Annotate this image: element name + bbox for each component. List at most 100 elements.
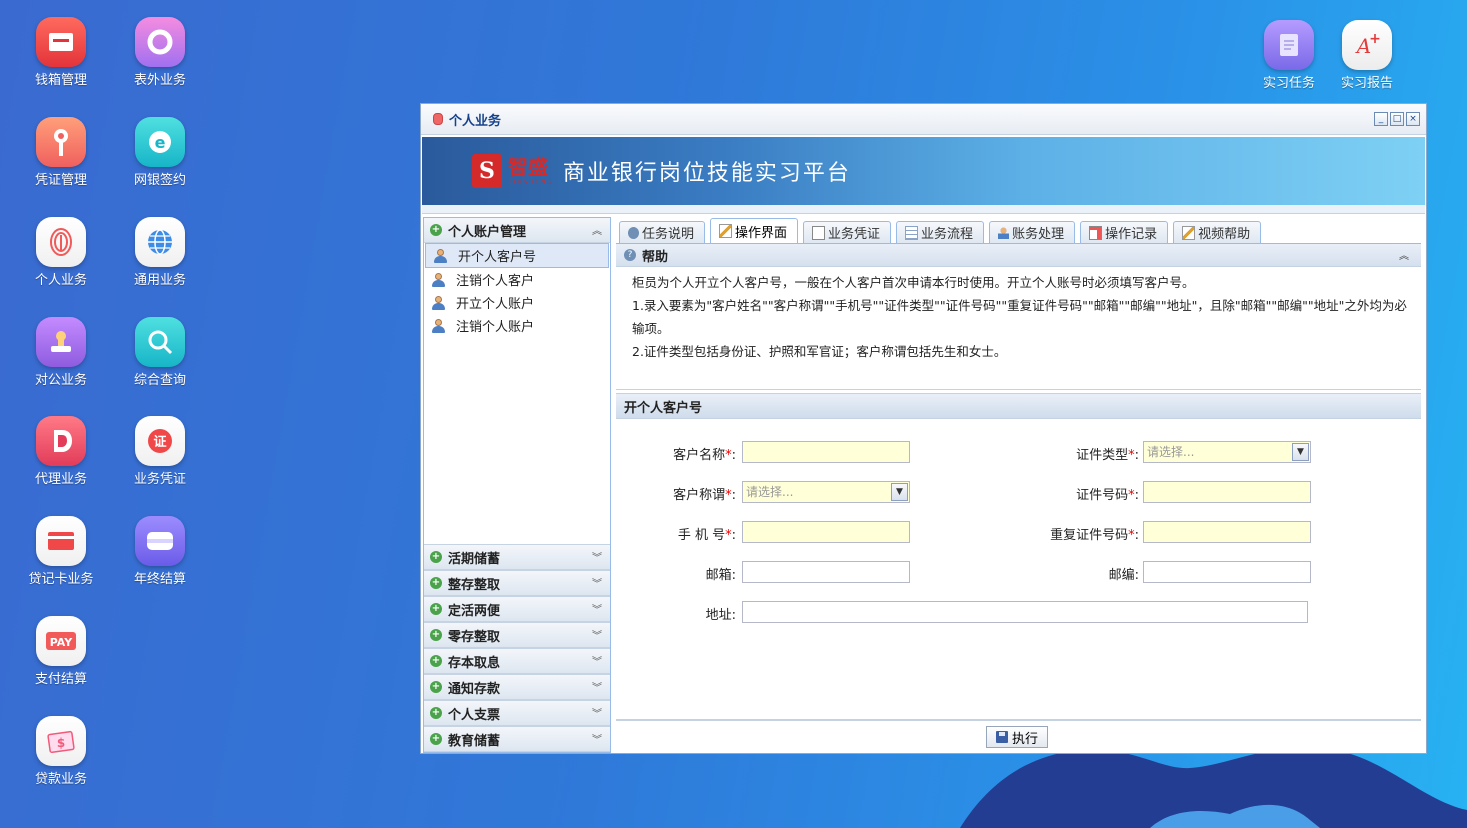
customer-form: 客户名称*: 证件类型*: 请选择... ▼ 客户称谓*: 请选择... ▼ 证件号… [616,419,1421,719]
tab-accounting[interactable]: 账务处理 [989,221,1076,243]
money-bill-icon: $ [36,716,86,766]
menu-group-demand-savings[interactable]: + 活期储蓄 ︾ [424,544,610,570]
desktop-icon-credit-card[interactable]: 贷记卡业务 [21,516,101,587]
menu-group-fixed-demand[interactable]: + 定活两便 ︾ [424,596,610,622]
tab-voucher[interactable]: 业务凭证 [803,221,892,243]
close-button[interactable]: × [1406,112,1420,126]
ring-icon [135,17,185,67]
postcode-label: 邮编: [1108,568,1139,583]
user-icon [998,226,1010,239]
id-type-select[interactable]: 请选择... ▼ [1143,441,1311,463]
address-input[interactable] [742,601,1308,623]
form-header: 开个人客户号 [616,393,1421,419]
desktop-icon-personal-business[interactable]: 个人业务 [21,217,101,288]
menu-group-notice-deposit[interactable]: + 通知存款 ︾ [424,674,610,700]
customer-name-input[interactable] [742,441,910,463]
svg-text:e: e [155,133,166,152]
phone-input[interactable] [742,521,910,543]
record-icon [1089,225,1103,240]
desktop-icon-payment[interactable]: PAY 支付结算 [21,616,101,687]
email-input[interactable] [742,561,910,583]
document-edit-icon [1264,20,1314,70]
cash-box-icon [36,17,86,67]
desktop-icon-loan[interactable]: $ 贷款业务 [21,716,101,787]
phone-label: 手 机 号*: [677,528,736,543]
tab-bar: 任务说明 操作界面 业务凭证 业务流程 账务处理 操作记录 视频帮助 [616,217,1421,244]
desktop-icon-ebank-sign[interactable]: e 网银签约 [120,117,200,188]
info-icon [628,226,639,239]
email-label: 邮箱: [705,568,736,583]
platform-title: 商业银行岗位技能实习平台 [562,161,851,186]
e-letter-icon: e [135,117,185,167]
svg-text:+: + [1369,31,1381,47]
globe-icon [135,217,185,267]
pay-icon: PAY [36,616,86,666]
menu-item-open-customer-number[interactable]: 开个人客户号 [425,243,609,268]
menu-group-education-savings[interactable]: + 教育储蓄 ︾ [424,726,610,752]
chevron-down-icon: ︾ [592,579,602,590]
menu-group-lump-sum[interactable]: + 整存整取 ︾ [424,570,610,596]
save-disk-icon [995,731,1008,743]
zhisheng-logo-icon: S [472,154,502,188]
desktop-icon-cash-box[interactable]: 钱箱管理 [21,17,101,88]
window-titlebar[interactable]: 个人业务 _ □ × [421,104,1426,135]
desktop-icon-general-business[interactable]: 通用业务 [120,217,200,288]
window-title: 个人业务 [449,113,502,129]
id-number-label: 证件号码*: [1076,488,1139,503]
document-icon [812,225,826,240]
stamp-icon [36,317,86,367]
chevron-down-icon: ︾ [592,553,602,564]
expand-icon: + [430,224,442,236]
tab-video-help[interactable]: 视频帮助 [1173,221,1262,243]
title-select[interactable]: 请选择... ▼ [742,481,910,503]
menu-group-personal-account[interactable]: + 个人账户管理 ︽ [424,218,610,243]
tab-task-description[interactable]: 任务说明 [619,221,706,243]
chevron-down-icon[interactable]: ▼ [1292,443,1309,461]
id-type-label: 证件类型*: [1076,448,1139,463]
chevron-down-icon: ︾ [592,657,602,668]
desktop-icon-internship-report[interactable]: A + 实习报告 [1327,20,1407,91]
maximize-button[interactable]: □ [1390,112,1404,126]
address-label: 地址: [705,608,736,623]
menu-group-interest-withdrawal[interactable]: + 存本取息 ︾ [424,648,610,674]
menu-group-installment[interactable]: + 零存整取 ︾ [424,622,610,648]
postcode-input[interactable] [1143,561,1311,583]
desktop-icon-voucher-mgmt[interactable]: 凭证管理 [21,117,101,188]
magnifier-icon [135,317,185,367]
desktop-icon-query[interactable]: 综合查询 [120,317,200,388]
desktop-icon-corporate-business[interactable]: 对公业务 [21,317,101,388]
banner-divider [422,205,1425,214]
desktop-icon-business-voucher[interactable]: 证 业务凭证 [120,416,200,487]
pencil-icon [719,224,733,238]
id-number-input[interactable] [1143,481,1311,503]
title-label: 客户称谓*: [673,488,736,503]
menu-item-open-account[interactable]: 开立个人账户 [424,291,610,314]
chevron-down-icon: ︾ [592,605,602,616]
expand-icon: + [430,603,442,615]
chevron-down-icon: ︾ [592,735,602,746]
menu-item-cancel-account[interactable]: 注销个人账户 [424,314,610,337]
desktop-icon-internship-task[interactable]: 实习任务 [1249,20,1329,91]
expand-icon: + [430,655,442,667]
execute-button[interactable]: 执行 [986,726,1048,748]
expand-icon: + [430,733,442,745]
certificate-icon: 证 [135,416,185,466]
id-number-repeat-input[interactable] [1143,521,1311,543]
tab-log[interactable]: 操作记录 [1080,221,1169,243]
chevron-down-icon[interactable]: ▼ [891,483,908,501]
logo-subtext: ZHISHENG [508,178,553,186]
minimize-button[interactable]: _ [1374,112,1388,126]
tab-flow[interactable]: 业务流程 [896,221,985,243]
menu-item-cancel-customer[interactable]: 注销个人客户 [424,268,610,291]
customer-name-label: 客户名称*: [673,448,736,463]
desktop-icon-year-end[interactable]: 年终结算 [120,516,200,587]
tab-operation[interactable]: 操作界面 [710,218,799,243]
desktop-icon-agency-business[interactable]: 代理业务 [21,416,101,487]
help-header[interactable]: ? 帮助 ︽ [616,244,1421,267]
desktop-icon-off-balance[interactable]: 表外业务 [120,17,200,88]
menu-group-personal-check[interactable]: + 个人支票 ︾ [424,700,610,726]
logo-text: 智盛 [508,155,548,179]
svg-text:证: 证 [153,435,166,450]
card-icon [135,516,185,566]
user-icon [432,295,445,310]
